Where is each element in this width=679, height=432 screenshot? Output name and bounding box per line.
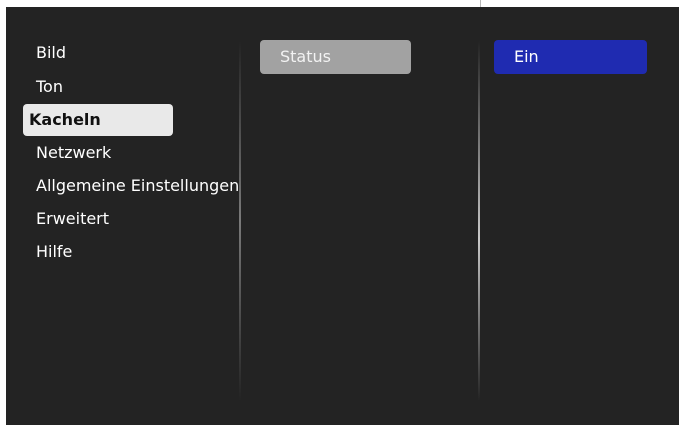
submenu-item-status[interactable]: Status [260,40,411,74]
osd-menu-screen: Bild Ton Kacheln Netzwerk Allgemeine Ein… [6,7,679,425]
menu-item-erweitert[interactable]: Erweitert [30,203,109,235]
top-edge-marker [480,0,481,7]
column-divider-right [478,41,480,401]
menu-item-hilfe[interactable]: Hilfe [30,236,72,268]
menu-item-ton[interactable]: Ton [30,71,63,103]
column-divider-left [239,41,241,401]
value-option-ein[interactable]: Ein [494,40,647,74]
menu-item-bild[interactable]: Bild [30,37,66,69]
menu-item-kacheln[interactable]: Kacheln [23,104,173,136]
menu-item-netzwerk[interactable]: Netzwerk [30,137,111,169]
menu-item-allgemeine-einstellungen[interactable]: Allgemeine Einstellungen [30,170,239,202]
